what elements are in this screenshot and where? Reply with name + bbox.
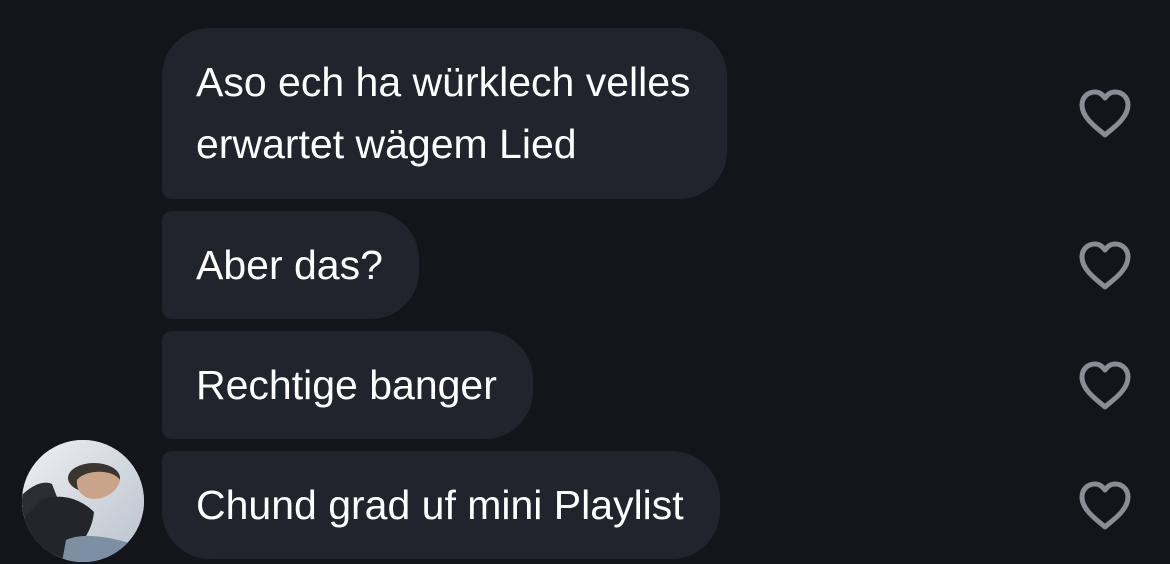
message-bubble[interactable]: Aso ech ha würklech velles erwartet wäge… xyxy=(162,28,727,199)
message-text-line: erwartet wägem Lied xyxy=(196,121,577,167)
message-bubble[interactable]: Aber das? xyxy=(162,211,419,319)
message-text-line: Aso ech ha würklech velles xyxy=(196,59,691,105)
heart-icon[interactable] xyxy=(1076,478,1134,532)
heart-icon[interactable] xyxy=(1076,238,1134,292)
message-bubble[interactable]: Chund grad uf mini Playlist xyxy=(162,451,720,559)
heart-icon[interactable] xyxy=(1076,358,1134,412)
avatar[interactable] xyxy=(22,440,144,562)
message-bubble[interactable]: Rechtige banger xyxy=(162,331,533,439)
message-text-line: Aber das? xyxy=(196,242,383,288)
heart-icon[interactable] xyxy=(1076,86,1134,140)
message-text-line: Chund grad uf mini Playlist xyxy=(196,482,684,528)
chat-thread: Aso ech ha würklech velles erwartet wäge… xyxy=(0,0,1170,564)
message-text-line: Rechtige banger xyxy=(196,362,497,408)
